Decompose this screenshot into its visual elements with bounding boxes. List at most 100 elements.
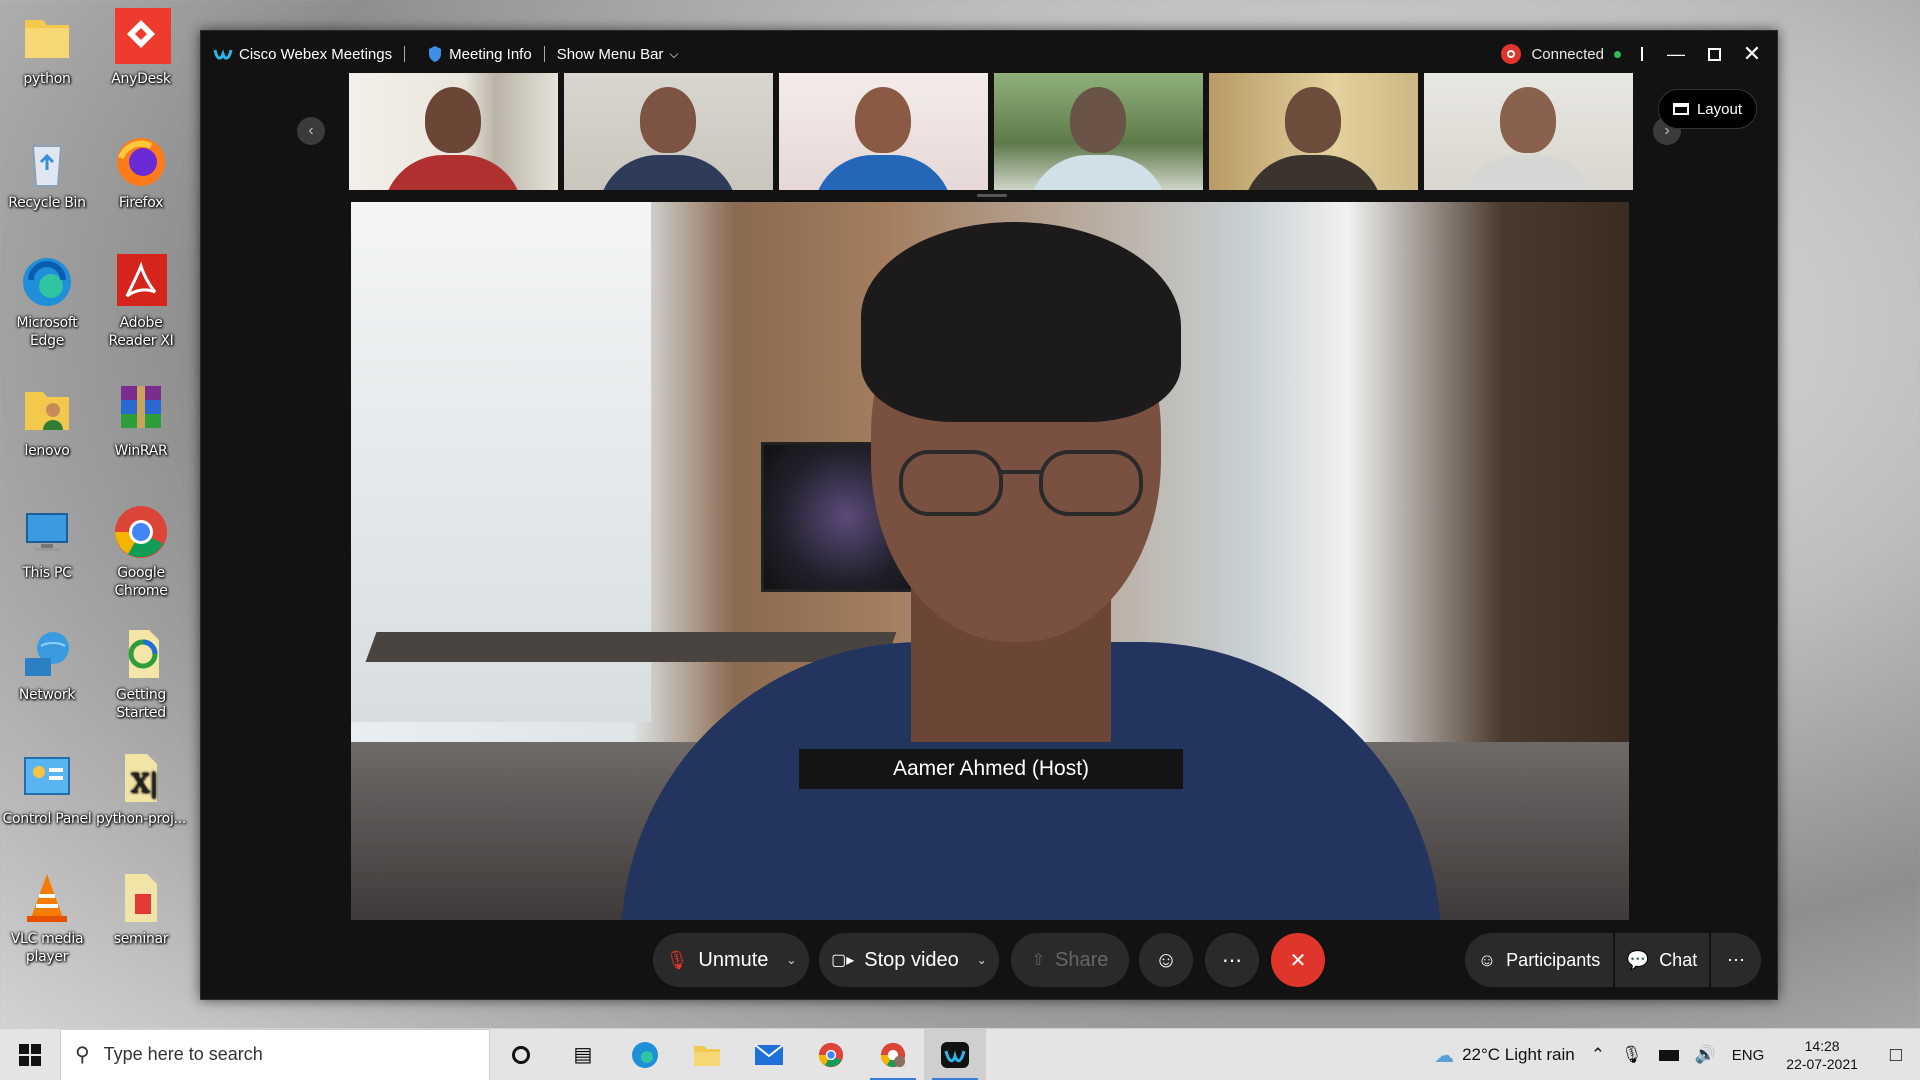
connection-status: Connected bbox=[1501, 44, 1621, 64]
desktop-icon-label: Firefox bbox=[118, 195, 164, 211]
unmute-options-chevron-icon[interactable]: ⌄ bbox=[786, 953, 796, 967]
chevron-up-icon: ⌃ bbox=[1590, 1045, 1605, 1064]
language-indicator[interactable]: ENG bbox=[1724, 1047, 1773, 1064]
taskbar-chrome-profile[interactable] bbox=[862, 1029, 924, 1080]
panel-more-button[interactable]: ⋯ bbox=[1711, 933, 1761, 987]
desktop-icon-winrar[interactable]: WinRAR bbox=[94, 380, 188, 460]
desktop-icon-vlc[interactable]: VLC media player bbox=[0, 868, 94, 966]
participant-body bbox=[598, 155, 738, 190]
firefox-icon bbox=[111, 132, 171, 192]
participants-button[interactable]: ☺ Participants bbox=[1465, 933, 1613, 987]
edge-icon bbox=[632, 1041, 658, 1068]
windows-logo-icon bbox=[19, 1043, 41, 1066]
taskbar-mail[interactable] bbox=[738, 1029, 800, 1080]
desktop-icon-control-panel[interactable]: Control Panel bbox=[0, 748, 94, 828]
title-separator bbox=[404, 46, 406, 62]
participant-face bbox=[640, 87, 696, 153]
desktop-icon-recycle-bin[interactable]: Recycle Bin bbox=[0, 132, 94, 212]
layout-label: Layout bbox=[1696, 100, 1742, 118]
share-label: Share bbox=[1055, 948, 1109, 971]
control-panel-icon bbox=[17, 748, 77, 808]
meeting-info-button[interactable]: Meeting Info bbox=[419, 31, 540, 77]
thumbnails-prev-button[interactable]: ‹ bbox=[297, 117, 325, 145]
taskbar-edge[interactable] bbox=[614, 1029, 676, 1080]
unmute-button[interactable]: 🎙 Unmute ⌄ bbox=[653, 933, 809, 987]
desktop-icon-lenovo[interactable]: lenovo bbox=[0, 380, 94, 460]
desktop-icon-seminar[interactable]: seminar bbox=[94, 868, 188, 948]
minimize-button[interactable]: — bbox=[1657, 31, 1695, 77]
participant-face bbox=[1070, 87, 1126, 153]
participant-thumbnail[interactable] bbox=[779, 73, 988, 190]
ellipsis-icon: ⋯ bbox=[1727, 949, 1745, 970]
participant-thumbnail[interactable] bbox=[1209, 73, 1418, 190]
title-bar: Cisco Webex Meetings Meeting Info Show M… bbox=[201, 31, 1777, 77]
video-background-table bbox=[365, 632, 897, 662]
layout-button[interactable]: Layout bbox=[1657, 89, 1757, 129]
end-meeting-button[interactable]: ✕ bbox=[1271, 933, 1325, 987]
speaker-hair bbox=[861, 222, 1181, 422]
cortana-button[interactable] bbox=[490, 1029, 552, 1080]
notifications-button[interactable]: □ bbox=[1872, 1044, 1920, 1067]
strip-drag-handle[interactable] bbox=[977, 194, 1007, 197]
file-explorer-icon bbox=[694, 1045, 720, 1066]
notification-icon: □ bbox=[1889, 1043, 1902, 1066]
taskbar-clock[interactable]: 14:28 22-07-2021 bbox=[1772, 1037, 1872, 1073]
desktop-icon-firefox[interactable]: Firefox bbox=[94, 132, 188, 212]
participant-thumbnail[interactable] bbox=[1424, 73, 1633, 190]
task-view-button[interactable]: ▤ bbox=[552, 1029, 614, 1080]
start-button[interactable] bbox=[0, 1029, 60, 1080]
weather-widget[interactable]: ☁ 22°C Light rain bbox=[1426, 1043, 1583, 1068]
system-tray: ☁ 22°C Light rain ⌃ 🎙 🔊 ENG 14:28 22-07-… bbox=[1426, 1029, 1920, 1080]
desktop-icon-chrome[interactable]: Google Chrome bbox=[94, 502, 188, 600]
chrome-icon bbox=[818, 1042, 844, 1067]
maximize-button[interactable] bbox=[1695, 31, 1733, 77]
show-menu-bar-button[interactable]: Show Menu Bar ⌵ bbox=[549, 31, 687, 77]
participant-thumbnail[interactable] bbox=[994, 73, 1203, 190]
desktop-icon-edge[interactable]: Microsoft Edge bbox=[0, 252, 94, 350]
show-hidden-icons-button[interactable]: ⌃ bbox=[1583, 1045, 1613, 1065]
desktop-icon-python-proj[interactable]: X| python-proj... bbox=[94, 748, 188, 828]
webex-icon bbox=[941, 1041, 969, 1068]
desktop-icon-getting-started[interactable]: Getting Started bbox=[94, 624, 188, 722]
shield-icon bbox=[429, 46, 442, 62]
stop-video-label: Stop video bbox=[864, 948, 959, 971]
desktop-icon-this-pc[interactable]: This PC bbox=[0, 502, 94, 582]
desktop-icon-label: This PC bbox=[22, 565, 72, 581]
speaker-icon: 🔊 bbox=[1694, 1045, 1716, 1064]
chat-label: Chat bbox=[1659, 949, 1698, 970]
battery-tray-icon[interactable] bbox=[1651, 1049, 1687, 1061]
battery-icon bbox=[1658, 1049, 1679, 1061]
chat-button[interactable]: 💬 Chat bbox=[1615, 933, 1709, 987]
reactions-button[interactable]: ☺ bbox=[1139, 933, 1193, 987]
taskbar-file-explorer[interactable] bbox=[676, 1029, 738, 1080]
desktop-icon-label: lenovo bbox=[24, 443, 70, 459]
share-button[interactable]: ⇧ Share bbox=[1011, 933, 1129, 987]
task-view-icon: ▤ bbox=[573, 1044, 593, 1066]
desktop-icon-adobe[interactable]: Adobe Reader XI bbox=[94, 252, 188, 350]
desktop-icon-anydesk[interactable]: AnyDesk bbox=[94, 8, 188, 88]
microphone-tray-icon[interactable]: 🎙 bbox=[1613, 1045, 1651, 1065]
computer-icon bbox=[17, 502, 77, 562]
desktop-icon-label: Control Panel bbox=[2, 811, 92, 827]
volume-tray-icon[interactable]: 🔊 bbox=[1687, 1045, 1724, 1065]
participant-face bbox=[425, 87, 481, 153]
close-button[interactable]: ✕ bbox=[1733, 31, 1771, 77]
video-options-chevron-icon[interactable]: ⌄ bbox=[977, 953, 987, 967]
chevron-down-icon: ⌵ bbox=[669, 46, 679, 61]
stop-video-button[interactable]: ▢▸ Stop video ⌄ bbox=[819, 933, 999, 987]
folder-icon bbox=[17, 8, 77, 68]
taskbar-search-box[interactable]: ⚲ Type here to search bbox=[60, 1028, 490, 1080]
taskbar-webex[interactable] bbox=[924, 1028, 986, 1080]
desktop-icon-label: seminar bbox=[113, 931, 169, 947]
participant-thumbnail[interactable] bbox=[564, 73, 773, 190]
title-bar-right: Connected — ✕ bbox=[1501, 31, 1777, 77]
desktop-icon-label: Adobe Reader XI bbox=[108, 315, 174, 349]
cortana-circle-icon bbox=[512, 1045, 530, 1064]
participant-thumbnail[interactable] bbox=[349, 73, 558, 190]
taskbar-chrome[interactable] bbox=[800, 1029, 862, 1080]
weather-label: 22°C Light rain bbox=[1462, 1045, 1575, 1064]
clock-date: 22-07-2021 bbox=[1786, 1056, 1858, 1072]
desktop-icon-python[interactable]: python bbox=[0, 8, 94, 88]
desktop-icon-network[interactable]: Network bbox=[0, 624, 94, 704]
more-options-button[interactable]: ⋯ bbox=[1205, 933, 1259, 987]
